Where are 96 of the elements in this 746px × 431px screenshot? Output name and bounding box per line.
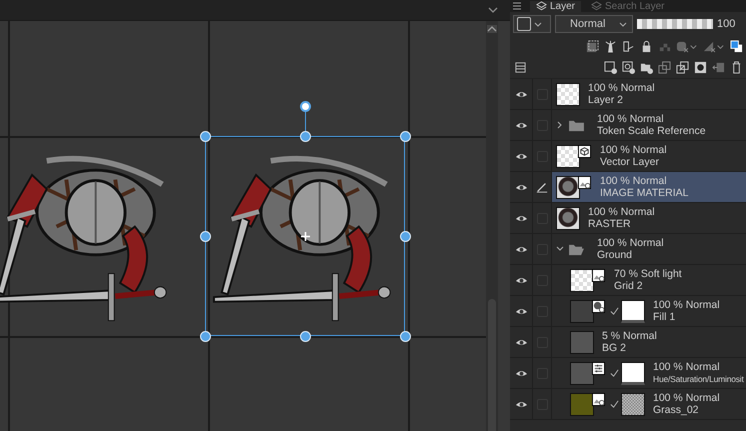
draft-layer-icon[interactable] xyxy=(622,40,635,52)
layer-name: Hue/Saturation/Luminosit xyxy=(653,373,744,385)
vector-layer-icon xyxy=(578,144,591,158)
layer-opacity-mode: 100 % Normal xyxy=(597,237,664,249)
image-material-icon xyxy=(592,392,605,406)
apply-mask-icon[interactable] xyxy=(712,60,725,74)
layer-name: IMAGE MATERIAL xyxy=(600,187,688,199)
transform-handle[interactable] xyxy=(400,131,411,142)
folder-icon xyxy=(568,118,585,132)
chevron-down-icon[interactable] xyxy=(488,7,498,13)
layer-row[interactable]: 100 % Normal Hue/Saturation/Luminosit xyxy=(510,358,746,389)
fill-layer-icon xyxy=(592,300,605,312)
layer-row[interactable]: 100 % Normal Grass_02 xyxy=(510,389,746,420)
mask-thumbnail xyxy=(621,392,645,416)
layer-name: RASTER xyxy=(588,218,632,230)
layer-opacity-mode: 100 % Normal xyxy=(653,392,720,404)
layer-row[interactable]: 100 % Normal Fill 1 xyxy=(510,296,746,327)
layer-opacity-mode: 100 % Normal xyxy=(653,299,720,311)
layer-row[interactable]: 100 % Normal RASTER xyxy=(510,203,746,234)
layer-mask-icon[interactable] xyxy=(694,60,707,74)
opacity-value: 100 xyxy=(717,18,736,30)
eye-icon[interactable] xyxy=(514,368,528,378)
layer-row[interactable]: 5 % Normal BG 2 xyxy=(510,327,746,358)
blend-mode-dropdown[interactable]: Normal xyxy=(555,15,633,33)
move-cursor-icon xyxy=(301,232,310,241)
mask-thumbnail xyxy=(621,362,645,384)
layer-name: Token Scale Reference xyxy=(597,125,706,137)
layer-row[interactable]: 100 % Normal Ground xyxy=(510,234,746,265)
eye-icon[interactable] xyxy=(514,214,528,222)
opacity-slider[interactable] xyxy=(637,19,713,29)
eye-icon[interactable] xyxy=(514,244,528,254)
clipping-icon[interactable] xyxy=(676,40,698,52)
tower-icon[interactable] xyxy=(604,40,617,52)
layer-properties-icon[interactable] xyxy=(514,60,527,74)
adjustment-layer-icon xyxy=(592,362,605,374)
menu-icon[interactable] xyxy=(512,2,522,10)
new-vector-layer-icon[interactable] xyxy=(622,60,635,74)
pencil-icon xyxy=(536,181,548,193)
eye-icon[interactable] xyxy=(514,400,528,408)
mask-thumbnail xyxy=(621,300,645,322)
transform-handle[interactable] xyxy=(200,131,211,142)
lock-icon[interactable] xyxy=(640,40,653,52)
layer-name: BG 2 xyxy=(602,342,627,354)
eye-icon[interactable] xyxy=(514,182,528,192)
caret-icon xyxy=(534,22,542,26)
eye-icon[interactable] xyxy=(514,306,528,316)
chevron-up-icon[interactable] xyxy=(487,25,497,33)
transfer-layer-icon[interactable] xyxy=(658,60,671,74)
layer-name: Fill 1 xyxy=(653,311,676,323)
layer-opacity-mode: 100 % Normal xyxy=(588,206,655,218)
layer-thumbnail xyxy=(556,206,580,230)
layer-name: Ground xyxy=(597,249,634,261)
transform-handle[interactable] xyxy=(300,131,311,142)
rotation-handle[interactable] xyxy=(300,101,311,112)
image-material-icon xyxy=(592,268,605,282)
new-raster-layer-icon[interactable] xyxy=(604,60,617,74)
layer-color-dropdown[interactable] xyxy=(513,15,551,33)
eye-icon[interactable] xyxy=(514,276,528,284)
color-square-icon xyxy=(517,17,531,31)
trash-icon[interactable] xyxy=(730,60,743,74)
color-swatch-icon[interactable] xyxy=(730,40,743,52)
layer-opacity-mode: 100 % Normal xyxy=(588,82,655,94)
eye-icon[interactable] xyxy=(514,152,528,160)
eye-icon[interactable] xyxy=(514,338,528,346)
layers-icon xyxy=(536,1,547,12)
transform-handle[interactable] xyxy=(400,231,411,242)
layer-thumbnail xyxy=(570,330,594,354)
reference-layer-icon[interactable] xyxy=(586,40,599,52)
merge-down-icon[interactable] xyxy=(676,60,689,74)
layer-thumbnail xyxy=(556,82,580,106)
mask-edit-icon[interactable] xyxy=(703,40,725,52)
layer-row[interactable]: 100 % Normal Layer 2 xyxy=(510,79,746,110)
transform-handle[interactable] xyxy=(200,331,211,342)
eye-icon[interactable] xyxy=(514,120,528,130)
layer-name: Layer 2 xyxy=(588,94,624,106)
layer-row[interactable]: 100 % Normal Token Scale Reference xyxy=(510,110,746,141)
layer-opacity-mode: 5 % Normal xyxy=(602,330,657,342)
layer-opacity-mode: 100 % Normal xyxy=(653,361,721,373)
transform-handle[interactable] xyxy=(400,331,411,342)
layer-name: Grid 2 xyxy=(614,280,644,292)
transform-handle[interactable] xyxy=(300,331,311,342)
eye-icon[interactable] xyxy=(514,90,528,98)
layer-name: Grass_02 xyxy=(653,404,700,416)
layer-opacity-mode: 70 % Soft light xyxy=(614,268,682,280)
search-layers-icon xyxy=(591,1,602,12)
transform-handle[interactable] xyxy=(200,231,211,242)
layer-name: Vector Layer xyxy=(600,156,660,168)
scrollbar[interactable] xyxy=(486,21,498,431)
layer-opacity-mode: 100 % Normal xyxy=(600,175,668,187)
open-folder-icon xyxy=(568,242,585,256)
layer-opacity-mode: 100 % Normal xyxy=(600,144,667,156)
layer-opacity-mode: 100 % Normal xyxy=(597,113,665,125)
caret-icon xyxy=(619,22,627,26)
image-material-icon xyxy=(578,176,591,188)
panel-tab[interactable]: Layer xyxy=(530,1,582,12)
layer-row[interactable]: 70 % Soft light Grid 2 xyxy=(510,265,746,296)
